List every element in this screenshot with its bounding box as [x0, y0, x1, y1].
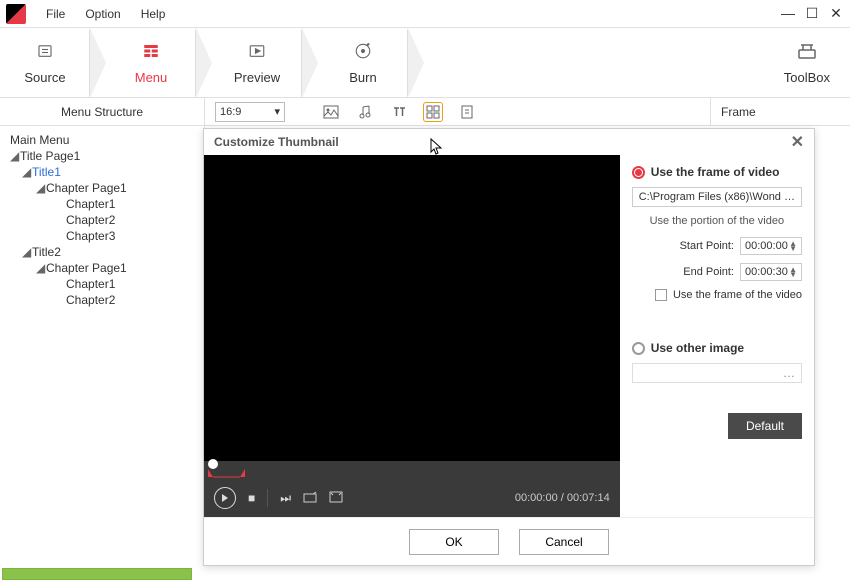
tree-title2[interactable]: ◢Title2	[4, 244, 200, 260]
other-image-path-field[interactable]	[632, 363, 802, 383]
fullscreen-button[interactable]	[329, 491, 343, 506]
tree-chapter1b[interactable]: Chapter1	[4, 276, 200, 292]
customize-thumbnail-dialog: Customize Thumbnail ✕ ■ ⏭ 00:00:00 / 00:…	[203, 128, 815, 566]
start-point-label: Start Point:	[680, 240, 734, 252]
aspect-ratio-select[interactable]: 16:9 ▾	[215, 102, 285, 122]
minimize-icon[interactable]: —	[780, 5, 796, 22]
step-arrow-icon	[90, 28, 106, 98]
menu-grid-icon	[142, 40, 160, 66]
music-tool-icon[interactable]	[355, 102, 375, 122]
video-preview: ■ ⏭ 00:00:00 / 00:07:14	[204, 155, 620, 517]
collapse-icon[interactable]: ◢	[36, 261, 46, 275]
collapse-icon[interactable]: ◢	[22, 245, 32, 259]
use-frame-radio[interactable]	[632, 166, 645, 179]
preview-icon	[248, 40, 266, 66]
tree-main-menu[interactable]: Main Menu	[4, 132, 200, 148]
text-tool-icon[interactable]	[389, 102, 409, 122]
toolbox-label: ToolBox	[784, 70, 830, 85]
timeline-scrubber[interactable]	[204, 461, 620, 479]
end-point-label: End Point:	[683, 266, 734, 278]
step-arrow-icon	[196, 28, 212, 98]
collapse-icon[interactable]: ◢	[36, 181, 46, 195]
tree-title-page1[interactable]: ◢Title Page1	[4, 148, 200, 164]
tree-chapter1[interactable]: Chapter1	[4, 196, 200, 212]
source-icon	[36, 40, 54, 66]
snapshot-button[interactable]	[303, 491, 317, 506]
menu-option[interactable]: Option	[75, 7, 130, 21]
step-source-label: Source	[24, 70, 65, 85]
burn-disc-icon	[354, 40, 372, 66]
aspect-value: 16:9	[220, 106, 241, 118]
start-point-input[interactable]: 00:00:00▲▼	[740, 237, 802, 255]
template-tool-icon[interactable]	[457, 102, 477, 122]
timeline-range-markers	[208, 469, 248, 479]
dialog-title: Customize Thumbnail	[214, 135, 339, 149]
stop-button[interactable]: ■	[248, 491, 255, 505]
step-burn[interactable]: Burn	[318, 28, 408, 98]
use-frame-check-label: Use the frame of the video	[673, 289, 802, 301]
end-point-input[interactable]: 00:00:30▲▼	[740, 263, 802, 281]
close-icon[interactable]: ✕	[791, 132, 804, 152]
toolbox-button[interactable]: ToolBox	[784, 40, 830, 85]
frame-panel-label: Frame	[710, 98, 850, 125]
menu-help[interactable]: Help	[131, 7, 176, 21]
use-frame-checkbox[interactable]	[655, 289, 667, 301]
toolbox-icon	[784, 40, 830, 66]
tree-chapter2b[interactable]: Chapter2	[4, 292, 200, 308]
tree-chapter2[interactable]: Chapter2	[4, 212, 200, 228]
tree-chapter-page1[interactable]: ◢Chapter Page1	[4, 180, 200, 196]
image-tool-icon[interactable]	[321, 102, 341, 122]
default-button[interactable]: Default	[728, 413, 802, 439]
tree-chapter-page1b[interactable]: ◢Chapter Page1	[4, 260, 200, 276]
spinner-icon[interactable]: ▲▼	[789, 267, 797, 277]
cancel-button[interactable]: Cancel	[519, 529, 609, 555]
portion-text: Use the portion of the video	[632, 215, 802, 227]
spinner-icon[interactable]: ▲▼	[789, 241, 797, 251]
menu-structure-tree[interactable]: Main Menu ◢Title Page1 ◢Title1 ◢Chapter …	[0, 126, 205, 564]
ok-button[interactable]: OK	[409, 529, 499, 555]
tree-title1[interactable]: ◢Title1	[4, 164, 200, 180]
video-path-field[interactable]: C:\Program Files (x86)\Wond …	[632, 187, 802, 207]
step-menu[interactable]: Menu	[106, 28, 196, 98]
video-canvas	[204, 155, 620, 461]
step-preview-label: Preview	[234, 70, 280, 85]
step-preview[interactable]: Preview	[212, 28, 302, 98]
step-source[interactable]: Source	[0, 28, 90, 98]
step-arrow-icon	[302, 28, 318, 98]
step-burn-label: Burn	[349, 70, 376, 85]
tree-chapter3[interactable]: Chapter3	[4, 228, 200, 244]
collapse-icon[interactable]: ◢	[22, 165, 32, 179]
next-frame-button[interactable]: ⏭	[280, 491, 291, 506]
collapse-icon[interactable]: ◢	[10, 149, 20, 163]
chevron-down-icon: ▾	[274, 105, 280, 118]
timeline-thumb[interactable]	[208, 459, 218, 469]
progress-bar	[2, 568, 192, 580]
use-frame-label: Use the frame of video	[651, 165, 780, 179]
play-button[interactable]	[214, 487, 236, 509]
use-other-image-label: Use other image	[651, 341, 744, 355]
use-other-image-radio[interactable]	[632, 342, 645, 355]
thumbnail-tool-icon[interactable]	[423, 102, 443, 122]
maximize-icon[interactable]: ☐	[804, 5, 820, 22]
close-window-icon[interactable]: ✕	[828, 5, 844, 22]
step-menu-label: Menu	[135, 70, 168, 85]
menu-file[interactable]: File	[36, 7, 75, 21]
step-arrow-icon	[408, 28, 424, 98]
app-logo-icon	[6, 4, 26, 24]
divider	[267, 489, 268, 507]
menu-structure-label: Menu Structure	[0, 98, 205, 125]
time-display: 00:00:00 / 00:07:14	[515, 492, 610, 504]
